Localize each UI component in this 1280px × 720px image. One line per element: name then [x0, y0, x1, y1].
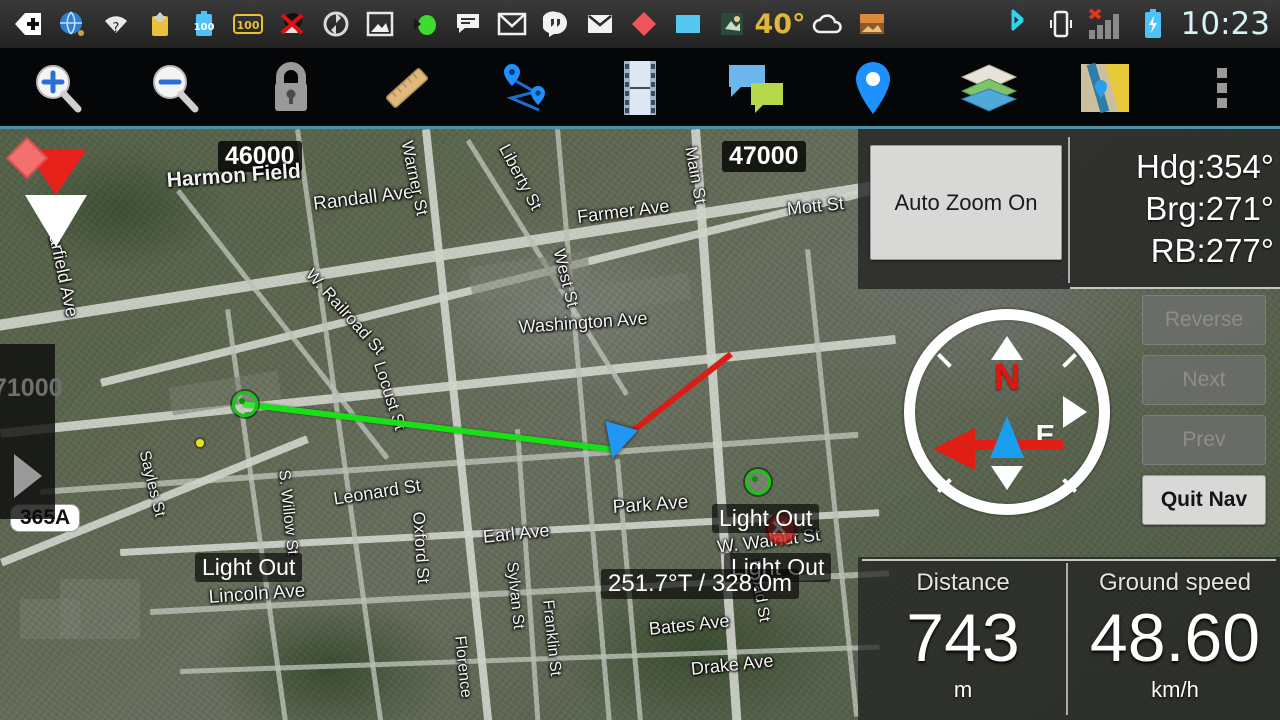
heading-value: Hdg:354° — [1136, 148, 1274, 185]
drawer-expand-arrow-icon[interactable] — [14, 454, 42, 498]
svg-text:100: 100 — [237, 19, 260, 32]
status-bar-notification-icons: ? 100 100 40° — [0, 2, 995, 46]
status-bar-clock: 10:23 — [1180, 6, 1270, 42]
sync-icon — [314, 2, 358, 46]
compass-ring: N S E — [904, 309, 1110, 515]
quit-nav-button[interactable]: Quit Nav — [1142, 475, 1266, 525]
drawer-altitude-text: 71000 — [0, 374, 63, 402]
layers-button[interactable] — [931, 48, 1047, 128]
sms-message-icon — [446, 2, 490, 46]
wifi-question-icon: ? — [94, 2, 138, 46]
downloads-icon — [138, 2, 182, 46]
temperature-icon: 40° — [754, 8, 806, 40]
compass-label-north: N — [994, 356, 1020, 397]
altitude-label-right: 47000 — [722, 141, 806, 172]
left-drawer-collapsed[interactable]: 71000 — [0, 344, 63, 519]
svg-text:?: ? — [113, 21, 120, 36]
compass-east-triangle-icon — [1063, 396, 1087, 428]
reverse-button[interactable]: Reverse — [1142, 295, 1266, 345]
hud-top-divider — [1068, 137, 1070, 283]
waypoint-button[interactable] — [815, 48, 931, 128]
nav-button-stack: Reverse Next Prev Quit Nav — [1136, 295, 1272, 535]
hud-top-rule — [1070, 287, 1280, 289]
blue-square-icon — [666, 2, 710, 46]
heading-readout-group: Hdg:354° Brg:271° RB:277° — [1076, 133, 1280, 285]
prev-button[interactable]: Prev — [1142, 415, 1266, 465]
zoom-out-button[interactable] — [116, 48, 232, 128]
compass-rose[interactable]: N S E — [876, 301, 1126, 551]
messages-button[interactable] — [698, 48, 814, 128]
mute-icon — [270, 2, 314, 46]
vibrate-icon — [1039, 2, 1083, 46]
photo-thumb-icon — [850, 2, 894, 46]
app-root: ? 100 100 40° 10:23 46000 47000 Harmon F… — [0, 0, 1280, 720]
distance-readout: Distance 743 m — [858, 557, 1068, 720]
hud-readout-row: Distance 743 m Ground speed 48.60 km/h — [858, 557, 1280, 720]
next-button[interactable]: Next — [1142, 355, 1266, 405]
weather-cloud-icon — [806, 2, 850, 46]
app-toolbar — [0, 48, 1280, 128]
altitude-label-left: 46000 — [218, 141, 302, 172]
screenshot-image-icon — [358, 2, 402, 46]
app-icon — [710, 2, 754, 46]
distance-value: 743 — [906, 600, 1020, 676]
distance-unit: m — [953, 677, 973, 702]
back-arrow-icon — [6, 2, 50, 46]
navigation-hud-panel: Auto Zoom On Hdg:354° Brg:271° RB:277° N… — [858, 129, 1280, 720]
bearing-value: Brg:271° — [1145, 190, 1274, 227]
red-diamond-icon — [622, 2, 666, 46]
battery-100-icon: 100 — [182, 2, 226, 46]
overflow-menu-button[interactable] — [1164, 48, 1280, 128]
track-start-waypoint-icon[interactable] — [232, 391, 258, 417]
zoom-in-button[interactable] — [0, 48, 116, 128]
globe-icon — [50, 2, 94, 46]
ground-speed-caption: Ground speed — [1098, 569, 1252, 596]
ground-speed-value: 48.60 — [1089, 600, 1261, 676]
auto-zoom-button[interactable]: Auto Zoom On — [870, 145, 1062, 260]
relative-bearing-value: RB:277° — [1150, 232, 1274, 269]
hangouts-icon — [534, 2, 578, 46]
status-bar-system-icons: 10:23 — [995, 2, 1280, 46]
android-status-bar: ? 100 100 40° 10:23 — [0, 0, 1280, 48]
filmstrip-button[interactable] — [582, 48, 698, 128]
gmail-icon — [490, 2, 534, 46]
route-button[interactable] — [465, 48, 581, 128]
waypoint-label-light-out-upper: Light Out — [712, 504, 820, 533]
target-waypoint-icon[interactable] — [745, 469, 771, 495]
signal-bars-icon — [1083, 2, 1131, 46]
ground-speed-unit: km/h — [1151, 677, 1199, 702]
maps-button[interactable] — [1047, 48, 1163, 128]
battery-charging-icon — [1131, 2, 1175, 46]
bluetooth-icon — [995, 2, 1039, 46]
android-robot-icon — [402, 2, 446, 46]
ruler-button[interactable] — [349, 48, 465, 128]
email-icon — [578, 2, 622, 46]
waypoint-label-light-out-left: Light Out — [195, 553, 303, 582]
ground-speed-readout: Ground speed 48.60 km/h — [1070, 557, 1280, 720]
svg-text:100: 100 — [194, 22, 215, 33]
lock-button[interactable] — [233, 48, 349, 128]
compass-south-triangle-icon — [991, 466, 1023, 490]
data-100-icon: 100 — [226, 2, 270, 46]
compass-ownship-arrow-icon — [990, 416, 1024, 458]
yellow-waypoint-dot[interactable] — [196, 439, 204, 447]
distance-caption: Distance — [916, 569, 1010, 596]
bearing-distance-label: 251.7°T / 328.0m — [601, 569, 799, 599]
